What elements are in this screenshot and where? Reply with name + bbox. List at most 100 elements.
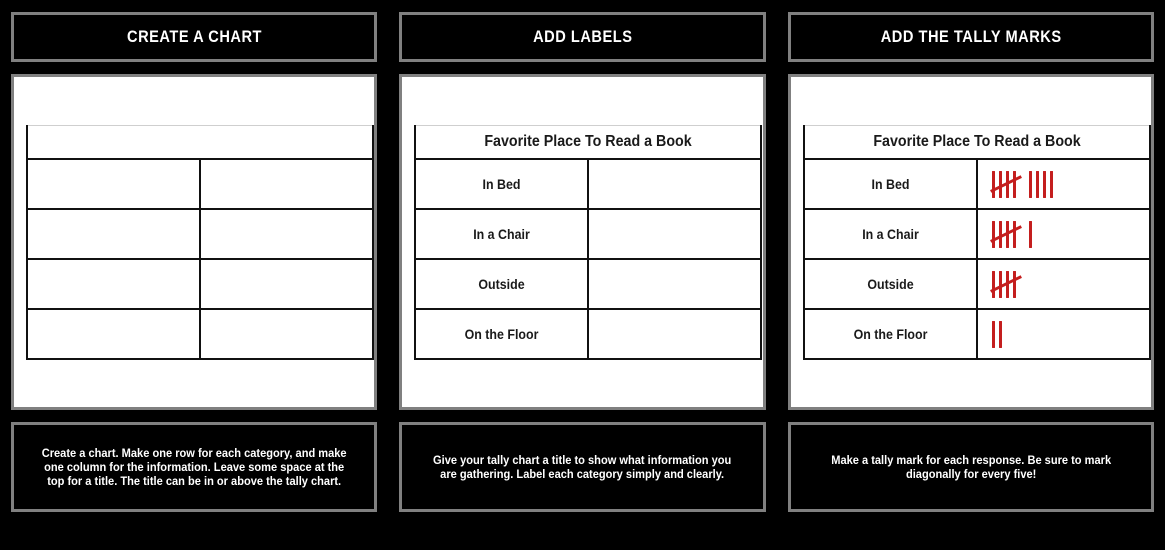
tally-chart-title-cell: [26, 125, 374, 160]
category-label: Outside: [867, 276, 914, 292]
tally-marks-cell: [587, 208, 763, 260]
panel-canvas: [11, 74, 378, 410]
tally-stroke: [1049, 170, 1053, 198]
tally-marks: [589, 310, 760, 358]
category-label-cell: [26, 258, 201, 310]
storyboard: CREATE A CHART Create a chart. Make one …: [0, 0, 1165, 550]
category-label-cell: [26, 208, 201, 260]
category-label-cell: In a Chair: [802, 208, 978, 260]
tally-chart-title-cell: Favorite Place To Read a Book: [802, 125, 1151, 160]
tally-marks: [589, 260, 760, 308]
category-label-cell: In Bed: [414, 158, 590, 210]
tally-stroke: [991, 270, 995, 298]
table-row: In a Chair: [802, 208, 1151, 260]
tally-chart-title-row: Favorite Place To Read a Book: [414, 125, 763, 160]
tally-group-remainder: [1028, 169, 1053, 199]
table-row: [26, 208, 374, 260]
tally-marks: [201, 160, 372, 208]
panel-header-title: CREATE A CHART: [126, 27, 262, 46]
table-row: On the Floor: [414, 308, 763, 360]
tally-stroke: [991, 170, 995, 198]
table-row: In Bed: [802, 158, 1151, 210]
tally-marks-cell: [199, 208, 374, 260]
tally-chart: Favorite Place To Read a Book In Bed In …: [802, 125, 1151, 360]
tally-marks: [201, 310, 372, 358]
category-label: In Bed: [482, 176, 521, 192]
category-label-cell: [26, 158, 201, 210]
tally-group-of-five: [989, 219, 1022, 249]
tally-stroke: [1028, 170, 1032, 198]
table-row: [26, 308, 374, 360]
tally-chart-title: Favorite Place To Read a Book: [484, 133, 693, 150]
table-row: Outside: [802, 258, 1151, 310]
category-label: Outside: [478, 276, 525, 292]
panel-caption-box: Make a tally mark for each response. Be …: [787, 422, 1154, 512]
tally-group-of-five: [989, 169, 1022, 199]
tally-marks: [978, 160, 1149, 208]
panel-caption: Create a chart. Make one row for each ca…: [41, 446, 347, 488]
panel-header-box: CREATE A CHART: [11, 12, 378, 62]
table-row: Outside: [414, 258, 763, 310]
panel-header-title: ADD THE TALLY MARKS: [880, 27, 1062, 46]
tally-stroke: [1028, 220, 1032, 248]
panel-header-title: ADD LABELS: [532, 27, 633, 46]
tally-marks: [589, 210, 760, 258]
panel-caption-box: Give your tally chart a title to show wh…: [399, 422, 766, 512]
category-label-cell: Outside: [802, 258, 978, 310]
tally-marks: [201, 260, 372, 308]
tally-group-remainder: [1028, 219, 1032, 249]
tally-marks-cell: [199, 158, 374, 210]
table-row: [26, 258, 374, 310]
category-label-cell: On the Floor: [802, 308, 978, 360]
panel-create-a-chart: CREATE A CHART Create a chart. Make one …: [0, 0, 388, 550]
category-label-cell: [26, 308, 201, 360]
panel-header-box: ADD THE TALLY MARKS: [787, 12, 1154, 62]
tally-stroke: [1012, 220, 1016, 248]
table-row: [26, 158, 374, 210]
panel-canvas: Favorite Place To Read a Book In Bed In …: [787, 74, 1154, 410]
tally-marks-cell: [199, 308, 374, 360]
category-label-cell: In a Chair: [414, 208, 590, 260]
tally-marks: [201, 210, 372, 258]
tally-chart: Favorite Place To Read a Book In Bed In …: [414, 125, 763, 360]
tally-chart-title: Favorite Place To Read a Book: [872, 133, 1081, 150]
tally-marks: [978, 210, 1149, 258]
tally-marks-cell: [587, 158, 763, 210]
category-label: In Bed: [871, 176, 910, 192]
tally-marks: [978, 260, 1149, 308]
panel-add-the-tally-marks: ADD THE TALLY MARKS Favorite Place To Re…: [777, 0, 1165, 550]
tally-group-remainder: [991, 319, 1002, 349]
tally-group-of-five: [989, 269, 1022, 299]
table-row: In Bed: [414, 158, 763, 210]
category-label: In a Chair: [861, 226, 919, 242]
tally-marks: [589, 160, 760, 208]
category-label-cell: In Bed: [802, 158, 978, 210]
panel-add-labels: ADD LABELS Favorite Place To Read a Book…: [388, 0, 776, 550]
tally-stroke: [1042, 170, 1046, 198]
tally-marks-cell: [975, 158, 1151, 210]
category-label-cell: On the Floor: [414, 308, 590, 360]
tally-marks-cell: [975, 258, 1151, 310]
tally-stroke: [1035, 170, 1039, 198]
category-label: On the Floor: [853, 326, 928, 342]
tally-chart-title-row: [26, 125, 374, 160]
tally-marks-cell: [199, 258, 374, 310]
panel-header-box: ADD LABELS: [399, 12, 766, 62]
tally-marks-cell: [587, 258, 763, 310]
panel-caption: Give your tally chart a title to show wh…: [433, 453, 732, 481]
tally-stroke: [991, 220, 995, 248]
tally-marks-cell: [587, 308, 763, 360]
panel-canvas: Favorite Place To Read a Book In Bed In …: [399, 74, 766, 410]
table-row: In a Chair: [414, 208, 763, 260]
tally-marks-cell: [975, 308, 1151, 360]
tally-stroke: [1012, 270, 1016, 298]
tally-chart: [26, 125, 374, 360]
category-label: In a Chair: [473, 226, 531, 242]
panel-caption-box: Create a chart. Make one row for each ca…: [11, 422, 378, 512]
category-label: On the Floor: [464, 326, 539, 342]
tally-stroke: [1012, 170, 1016, 198]
tally-stroke: [998, 320, 1002, 348]
tally-chart-title-cell: Favorite Place To Read a Book: [414, 125, 763, 160]
tally-marks-cell: [975, 208, 1151, 260]
tally-stroke: [991, 320, 995, 348]
